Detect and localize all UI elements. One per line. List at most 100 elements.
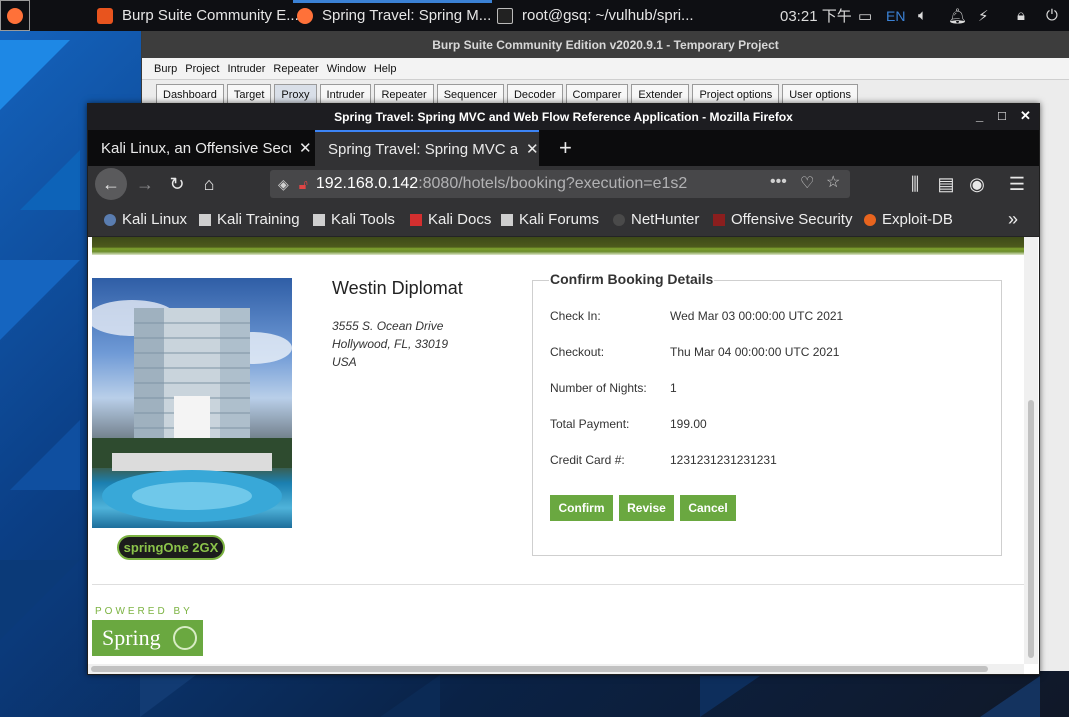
horizontal-scrollbar[interactable]	[88, 664, 1024, 674]
tracking-protection-icon[interactable]: ◈	[278, 176, 289, 193]
firefox-launcher-icon[interactable]	[0, 0, 30, 31]
bookmarks-toolbar: Kali Linux Kali Training Kali Tools Kali…	[88, 202, 1039, 237]
browser-tab-kali[interactable]: Kali Linux, an Offensive Security ✕	[88, 130, 312, 166]
pocket-icon[interactable]: ♡	[800, 173, 814, 193]
burp-tab-extender[interactable]: Extender	[631, 84, 690, 104]
vertical-scrollbar[interactable]	[1024, 237, 1038, 664]
burp-menu-repeater[interactable]: Repeater	[273, 63, 318, 75]
screen-icon[interactable]: ▭	[858, 0, 872, 31]
hotel-photo	[92, 278, 292, 528]
bookmark-label: Offensive Security	[731, 211, 853, 228]
burp-tab-project-options[interactable]: Project options	[692, 84, 780, 104]
bookmark-kali-training[interactable]: Kali Training	[199, 202, 300, 237]
insecure-lock-icon[interactable]: 🔓︎	[299, 176, 308, 193]
horizontal-scroll-thumb[interactable]	[91, 666, 988, 672]
burp-tab-proxy[interactable]: Proxy	[274, 84, 317, 104]
menu-icon[interactable]: ☰	[1004, 171, 1030, 197]
bookmark-kali-linux[interactable]: Kali Linux	[104, 202, 187, 237]
terminal-icon	[497, 7, 513, 24]
powered-by-label: POWERED BY	[95, 606, 193, 617]
burp-menu-intruder[interactable]: Intruder	[228, 63, 266, 75]
notification-bell-icon[interactable]: 🔔︎	[948, 0, 967, 31]
row-label: Number of Nights:	[550, 381, 647, 395]
home-icon[interactable]: ⌂	[196, 171, 222, 197]
reload-icon[interactable]: ↻	[164, 171, 190, 197]
taskbar-item-label: Burp Suite Community E...	[122, 7, 299, 24]
bookmark-kali-forums[interactable]: Kali Forums	[501, 202, 599, 237]
burp-tab-user-options[interactable]: User options	[782, 84, 858, 104]
spring-logo[interactable]: Spring	[92, 620, 203, 656]
firefox-window: Spring Travel: Spring MVC and Web Flow R…	[87, 103, 1040, 675]
burp-menu-burp[interactable]: Burp	[154, 63, 177, 75]
cancel-button[interactable]: Cancel	[680, 495, 736, 521]
confirm-button[interactable]: Confirm	[550, 495, 613, 521]
burp-menu-project[interactable]: Project	[185, 63, 219, 75]
revise-button[interactable]: Revise	[619, 495, 674, 521]
row-label: Checkout:	[550, 345, 605, 359]
vertical-scroll-thumb[interactable]	[1028, 400, 1034, 658]
url-path: :8080/hotels/booking?execution=e1s2	[418, 175, 688, 192]
account-icon[interactable]: ◉	[964, 171, 990, 197]
taskbar-item-burp[interactable]: Burp Suite Community E...	[97, 0, 299, 31]
burp-tab-target[interactable]: Target	[226, 84, 272, 104]
keyboard-layout[interactable]: EN	[886, 0, 905, 31]
top-taskbar: Burp Suite Community E... Spring Travel:…	[0, 0, 1069, 31]
burp-menu-window[interactable]: Window	[327, 63, 366, 75]
kali-icon	[199, 213, 211, 226]
bookmark-exploit-db[interactable]: Exploit-DB	[864, 202, 953, 237]
hotel-name: Westin Diplomat	[332, 278, 463, 298]
burp-menu-help[interactable]: Help	[374, 63, 397, 75]
sidebar-icon[interactable]: ▤	[933, 171, 959, 197]
url-bar[interactable]: ◈ 🔓︎ 192.168.0.142:8080/hotels/booking?e…	[270, 170, 850, 198]
bookmark-kali-docs[interactable]: Kali Docs	[410, 202, 491, 237]
burp-tab-dashboard[interactable]: Dashboard	[156, 84, 224, 104]
close-tab-icon[interactable]: ✕	[526, 140, 539, 158]
taskbar-item-firefox[interactable]: Spring Travel: Spring M...	[297, 0, 491, 31]
booking-legend: Confirm Booking Details	[549, 271, 715, 287]
row-value: 1	[670, 381, 677, 395]
exploit-db-icon	[864, 213, 876, 226]
forward-icon[interactable]: →	[132, 171, 158, 197]
clock[interactable]: 03:21 下午	[780, 0, 852, 31]
library-icon[interactable]: ⫼	[902, 171, 928, 197]
page-actions-icon[interactable]: •••	[770, 173, 787, 191]
bookmark-label: Kali Linux	[122, 211, 188, 228]
burp-tab-repeater[interactable]: Repeater	[374, 84, 434, 104]
lock-icon[interactable]: 🔒︎	[1017, 0, 1025, 31]
close-tab-icon[interactable]: ✕	[299, 139, 312, 157]
bookmark-label: Exploit-DB	[882, 211, 953, 228]
taskbar-item-label: root@gsq: ~/vulhub/spri...	[522, 7, 694, 24]
tab-title: Kali Linux, an Offensive Security	[101, 139, 291, 157]
offsec-icon	[713, 213, 725, 226]
bookmark-kali-tools[interactable]: Kali Tools	[313, 202, 395, 237]
booking-details-fieldset: Confirm Booking Details Check In: Wed Ma…	[532, 271, 1002, 556]
address-country: USA	[332, 355, 357, 369]
bookmark-offensive-security[interactable]: Offensive Security	[713, 202, 852, 237]
logout-icon[interactable]: ⏻	[1046, 0, 1058, 31]
power-manager-icon[interactable]: ⚡︎	[978, 0, 989, 31]
bookmark-nethunter[interactable]: NetHunter	[613, 202, 699, 237]
burp-tab-intruder[interactable]: Intruder	[319, 84, 372, 104]
burp-tab-decoder[interactable]: Decoder	[506, 84, 563, 104]
taskbar-item-terminal[interactable]: root@gsq: ~/vulhub/spri...	[497, 0, 694, 31]
row-value: Thu Mar 04 00:00:00 UTC 2021	[670, 345, 840, 359]
volume-icon[interactable]: 🔈︎	[918, 0, 927, 31]
back-icon[interactable]: ←	[95, 168, 127, 200]
minimize-icon[interactable]: _	[976, 108, 983, 123]
bookmark-star-icon[interactable]: ☆	[826, 172, 840, 192]
burp-tab-sequencer[interactable]: Sequencer	[436, 84, 504, 104]
firefox-icon	[297, 7, 313, 24]
hotel-building-image	[92, 300, 292, 522]
more-bookmarks-icon[interactable]: »	[1008, 202, 1018, 237]
close-window-icon[interactable]: ✕	[1020, 108, 1031, 124]
docs-icon	[410, 213, 422, 226]
new-tab-icon[interactable]: +	[546, 130, 572, 166]
burp-tab-comparer[interactable]: Comparer	[565, 84, 629, 104]
footer-divider	[92, 584, 1024, 585]
kali-icon	[104, 213, 116, 226]
url-host: 192.168.0.142	[315, 175, 419, 192]
row-label: Credit Card #:	[550, 453, 625, 467]
browser-tab-spring-travel[interactable]: Spring Travel: Spring MVC and Web Flow ✕	[315, 130, 539, 166]
maximize-icon[interactable]: □	[998, 108, 1006, 123]
bookmark-label: Kali Training	[217, 211, 300, 228]
